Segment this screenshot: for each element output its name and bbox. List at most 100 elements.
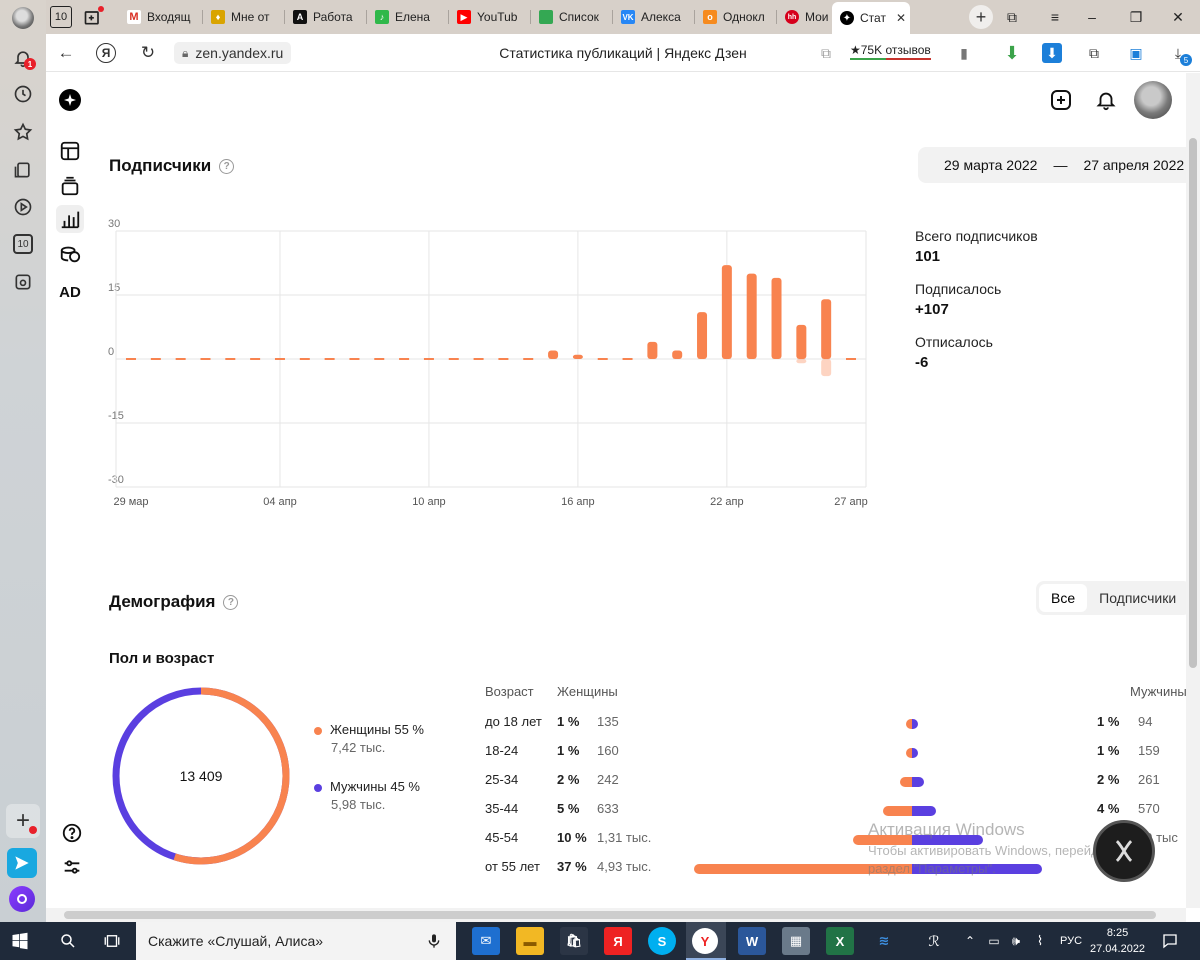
history-clock-icon[interactable] (9, 80, 37, 108)
file-explorer-icon[interactable]: ▬ (516, 927, 544, 955)
reviews-badge[interactable]: ★75K отзывов (850, 43, 931, 60)
skype-icon[interactable]: S (648, 927, 676, 955)
download-ext-green-icon[interactable]: ⬇ (1002, 43, 1022, 63)
help-icon[interactable] (59, 820, 85, 846)
tab-layout-icon[interactable]: ⧉ (1000, 6, 1024, 28)
bar-unsubscribed (821, 359, 832, 377)
vertical-scrollbar[interactable] (1186, 73, 1200, 908)
toggle-subscribers[interactable]: Подписчики (1087, 584, 1186, 612)
tab-active-zen[interactable]: ✦ Стат ✕ (832, 2, 910, 34)
tab-youtube[interactable]: ▶ YouTub (449, 4, 529, 30)
new-tab-group-icon[interactable] (82, 6, 104, 28)
tab-label: Входящ (147, 10, 191, 24)
tabs-counter-button[interactable]: 10 (50, 6, 72, 28)
minimize-icon[interactable]: – (1080, 6, 1104, 28)
windows-start-icon[interactable] (8, 929, 32, 953)
tab-sheet[interactable]: Список (531, 4, 611, 30)
women-bar (853, 835, 912, 845)
yandex-app-icon[interactable]: Я (604, 927, 632, 955)
download-ext-blue-icon[interactable]: ⬇ (1042, 43, 1062, 63)
clock[interactable]: 8:25 27.04.2022 (1090, 925, 1145, 957)
notifications-bell-icon[interactable] (1093, 87, 1119, 113)
store-icon[interactable]: 🛍︎ (560, 927, 588, 955)
chevron-up-icon[interactable]: ⌃ (958, 929, 982, 953)
tab-gmail[interactable]: M Входящ (119, 4, 201, 30)
women-count: 633 (597, 801, 619, 816)
action-center-icon[interactable] (1158, 929, 1182, 953)
language-indicator[interactable]: РУС (1059, 929, 1083, 953)
question-icon[interactable]: ? (219, 158, 235, 174)
people-icon[interactable]: ℛ (922, 929, 946, 953)
url-field[interactable]: 🔒︎ zen.yandex.ru (174, 42, 292, 64)
tab-ok[interactable]: o Однокл (695, 4, 775, 30)
back-arrow-icon[interactable]: ← (54, 42, 78, 64)
network-icon[interactable]: ⌇ (1028, 929, 1052, 953)
tab-vk[interactable]: VK Алекса (613, 4, 693, 30)
close-tab-icon[interactable]: ✕ (896, 11, 906, 25)
downloads-icon[interactable]: ⤓ 5 (1168, 43, 1192, 66)
restore-icon[interactable]: ❐ (1124, 6, 1148, 28)
create-plus-icon[interactable] (1048, 87, 1074, 113)
bar-zero (349, 358, 360, 360)
floating-x-button[interactable] (1093, 820, 1155, 882)
tab-shield[interactable]: ♦ Мне от (203, 4, 283, 30)
nav-publications-icon[interactable] (56, 172, 84, 200)
yandex-browser-icon[interactable]: Y (692, 928, 718, 954)
question-icon[interactable]: ? (223, 594, 239, 610)
tab-work[interactable]: A Работа (285, 4, 365, 30)
alice-icon[interactable] (9, 886, 35, 912)
collections-icon[interactable] (9, 156, 37, 184)
women-bar (900, 777, 912, 787)
extension-icon[interactable]: ⧉ (1084, 43, 1104, 63)
yandex-button[interactable]: Я (94, 42, 118, 64)
battery-icon[interactable]: ▭ (982, 929, 1006, 953)
bell-icon[interactable]: 1 (9, 44, 37, 72)
scrollbar-thumb[interactable] (1189, 138, 1197, 668)
messenger-icon[interactable] (7, 848, 37, 878)
settings-sliders-icon[interactable] (59, 854, 85, 880)
nav-statistics-icon[interactable] (56, 205, 84, 233)
task-view-icon[interactable] (100, 929, 124, 953)
zen-logo-icon[interactable] (59, 89, 81, 111)
date-range-picker[interactable]: 29 марта 2022 — 27 апреля 2022 (918, 147, 1186, 183)
gender-donut-chart: 13 409 (112, 687, 290, 865)
search-icon[interactable] (56, 929, 80, 953)
microphone-icon[interactable] (426, 932, 442, 953)
nav-money-icon[interactable] (56, 240, 84, 268)
reload-icon[interactable]: ↻ (136, 42, 160, 64)
tab-music[interactable]: ♪ Елена (367, 4, 447, 30)
screenshot-icon[interactable] (9, 268, 37, 296)
tab-label: Мне от (231, 10, 270, 24)
photos-icon[interactable]: ▦ (782, 927, 810, 955)
menu-icon[interactable]: ≡ (1043, 6, 1067, 28)
add-panel-button[interactable]: + (6, 804, 40, 838)
nav-ad[interactable]: AD (56, 278, 84, 306)
women-bar (882, 806, 912, 816)
date-from: 29 марта 2022 (944, 157, 1038, 173)
bookmark-flag-icon[interactable]: ▮ (954, 43, 974, 63)
swoosh-app-icon[interactable]: ≋ (870, 927, 898, 955)
play-icon[interactable] (9, 193, 37, 221)
men-count: 261 (1138, 772, 1160, 787)
profile-avatar[interactable] (9, 4, 37, 32)
nav-dashboard-icon[interactable] (56, 137, 84, 165)
toggle-all[interactable]: Все (1039, 584, 1088, 612)
counter-icon[interactable]: 10 (9, 230, 37, 258)
user-avatar[interactable] (1134, 81, 1172, 119)
scrollbar-thumb[interactable] (64, 911, 1156, 919)
tab-label: Однокл (723, 10, 765, 24)
horizontal-scrollbar[interactable] (46, 908, 1186, 922)
close-window-icon[interactable]: ✕ (1166, 6, 1190, 28)
volume-icon[interactable]: 🕪︎ (1004, 929, 1028, 953)
word-icon[interactable]: W (738, 927, 766, 955)
new-tab-button[interactable]: + (969, 5, 993, 29)
mail-app-icon[interactable]: ✉ (472, 927, 500, 955)
sheet-icon (539, 10, 553, 24)
bookmarks-star-icon[interactable] (9, 118, 37, 146)
header-age: Возраст (485, 684, 534, 699)
image-ext-icon[interactable]: ▣ (1126, 43, 1146, 63)
excel-icon[interactable]: X (826, 927, 854, 955)
alice-search-bar[interactable]: Скажите «Слушай, Алиса» (136, 922, 456, 960)
bar-zero (200, 358, 211, 360)
translate-icon[interactable]: ⧉ (816, 43, 836, 63)
